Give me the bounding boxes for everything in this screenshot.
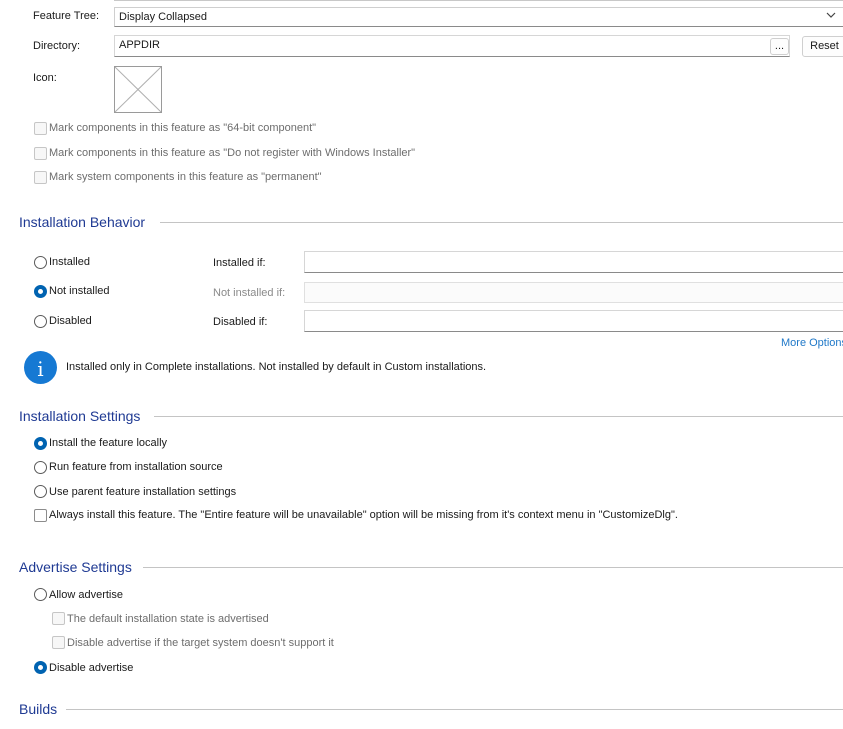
top-border bbox=[114, 0, 843, 1]
section-divider bbox=[66, 709, 843, 710]
radio-use-parent-settings-label: Use parent feature installation settings bbox=[49, 486, 237, 498]
radio-install-locally[interactable] bbox=[34, 437, 47, 450]
radio-allow-advertise[interactable] bbox=[34, 588, 47, 601]
checkbox-default-advertised-label: The default installation state is advert… bbox=[67, 613, 269, 625]
empty-image-icon bbox=[114, 66, 162, 113]
disabled-if-field[interactable] bbox=[304, 310, 843, 332]
not-installed-if-label: Not installed if: bbox=[213, 287, 286, 299]
radio-use-parent-settings[interactable] bbox=[34, 485, 47, 498]
feature-tree-label: Feature Tree: bbox=[33, 10, 100, 22]
radio-installed[interactable] bbox=[34, 256, 47, 269]
installed-if-field[interactable] bbox=[304, 251, 843, 273]
radio-allow-advertise-label: Allow advertise bbox=[49, 589, 123, 601]
installed-if-label: Installed if: bbox=[213, 257, 266, 269]
directory-field[interactable]: APPDIR bbox=[114, 35, 790, 57]
feature-tree-combobox[interactable]: Display Collapsed bbox=[114, 7, 843, 27]
disabled-if-label: Disabled if: bbox=[213, 316, 268, 328]
section-divider bbox=[143, 567, 843, 568]
checkbox-do-not-register-label: Mark components in this feature as "Do n… bbox=[49, 147, 416, 159]
advertise-settings-title: Advertise Settings bbox=[19, 559, 132, 575]
directory-label: Directory: bbox=[33, 40, 81, 52]
checkbox-always-install-label: Always install this feature. The "Entire… bbox=[49, 509, 678, 521]
radio-disable-advertise[interactable] bbox=[34, 661, 47, 674]
checkbox-64bit[interactable] bbox=[34, 122, 47, 135]
radio-disabled-label: Disabled bbox=[49, 315, 92, 327]
more-options-link[interactable]: More Options bbox=[781, 337, 843, 349]
reset-button[interactable]: Reset bbox=[802, 36, 843, 57]
checkbox-do-not-register[interactable] bbox=[34, 147, 47, 160]
checkbox-permanent[interactable] bbox=[34, 171, 47, 184]
directory-value: APPDIR bbox=[119, 39, 160, 51]
radio-disabled[interactable] bbox=[34, 315, 47, 328]
checkbox-disable-if-unsupported[interactable] bbox=[52, 636, 65, 649]
radio-installed-label: Installed bbox=[49, 256, 90, 268]
info-icon: i bbox=[24, 351, 57, 384]
feature-icon-picker[interactable] bbox=[114, 66, 162, 113]
checkbox-disable-if-unsupported-label: Disable advertise if the target system d… bbox=[67, 637, 334, 649]
checkbox-64bit-label: Mark components in this feature as "64-b… bbox=[49, 122, 317, 134]
checkbox-permanent-label: Mark system components in this feature a… bbox=[49, 171, 322, 183]
checkbox-always-install[interactable] bbox=[34, 509, 47, 522]
radio-run-from-source[interactable] bbox=[34, 461, 47, 474]
builds-title: Builds bbox=[19, 701, 58, 717]
radio-disable-advertise-label: Disable advertise bbox=[49, 662, 134, 674]
radio-install-locally-label: Install the feature locally bbox=[49, 437, 168, 449]
section-divider bbox=[160, 222, 843, 223]
feature-tree-value: Display Collapsed bbox=[119, 11, 208, 23]
section-divider bbox=[154, 416, 843, 417]
browse-button[interactable]: ... bbox=[770, 38, 789, 55]
not-installed-if-field[interactable] bbox=[304, 282, 843, 303]
radio-not-installed[interactable] bbox=[34, 285, 47, 298]
chevron-down-icon bbox=[826, 12, 836, 18]
info-message: Installed only in Complete installations… bbox=[66, 361, 487, 373]
installation-settings-title: Installation Settings bbox=[19, 408, 141, 424]
icon-label: Icon: bbox=[33, 72, 57, 84]
checkbox-default-advertised[interactable] bbox=[52, 612, 65, 625]
radio-not-installed-label: Not installed bbox=[49, 285, 110, 297]
installation-behavior-title: Installation Behavior bbox=[19, 214, 146, 230]
radio-run-from-source-label: Run feature from installation source bbox=[49, 461, 223, 473]
